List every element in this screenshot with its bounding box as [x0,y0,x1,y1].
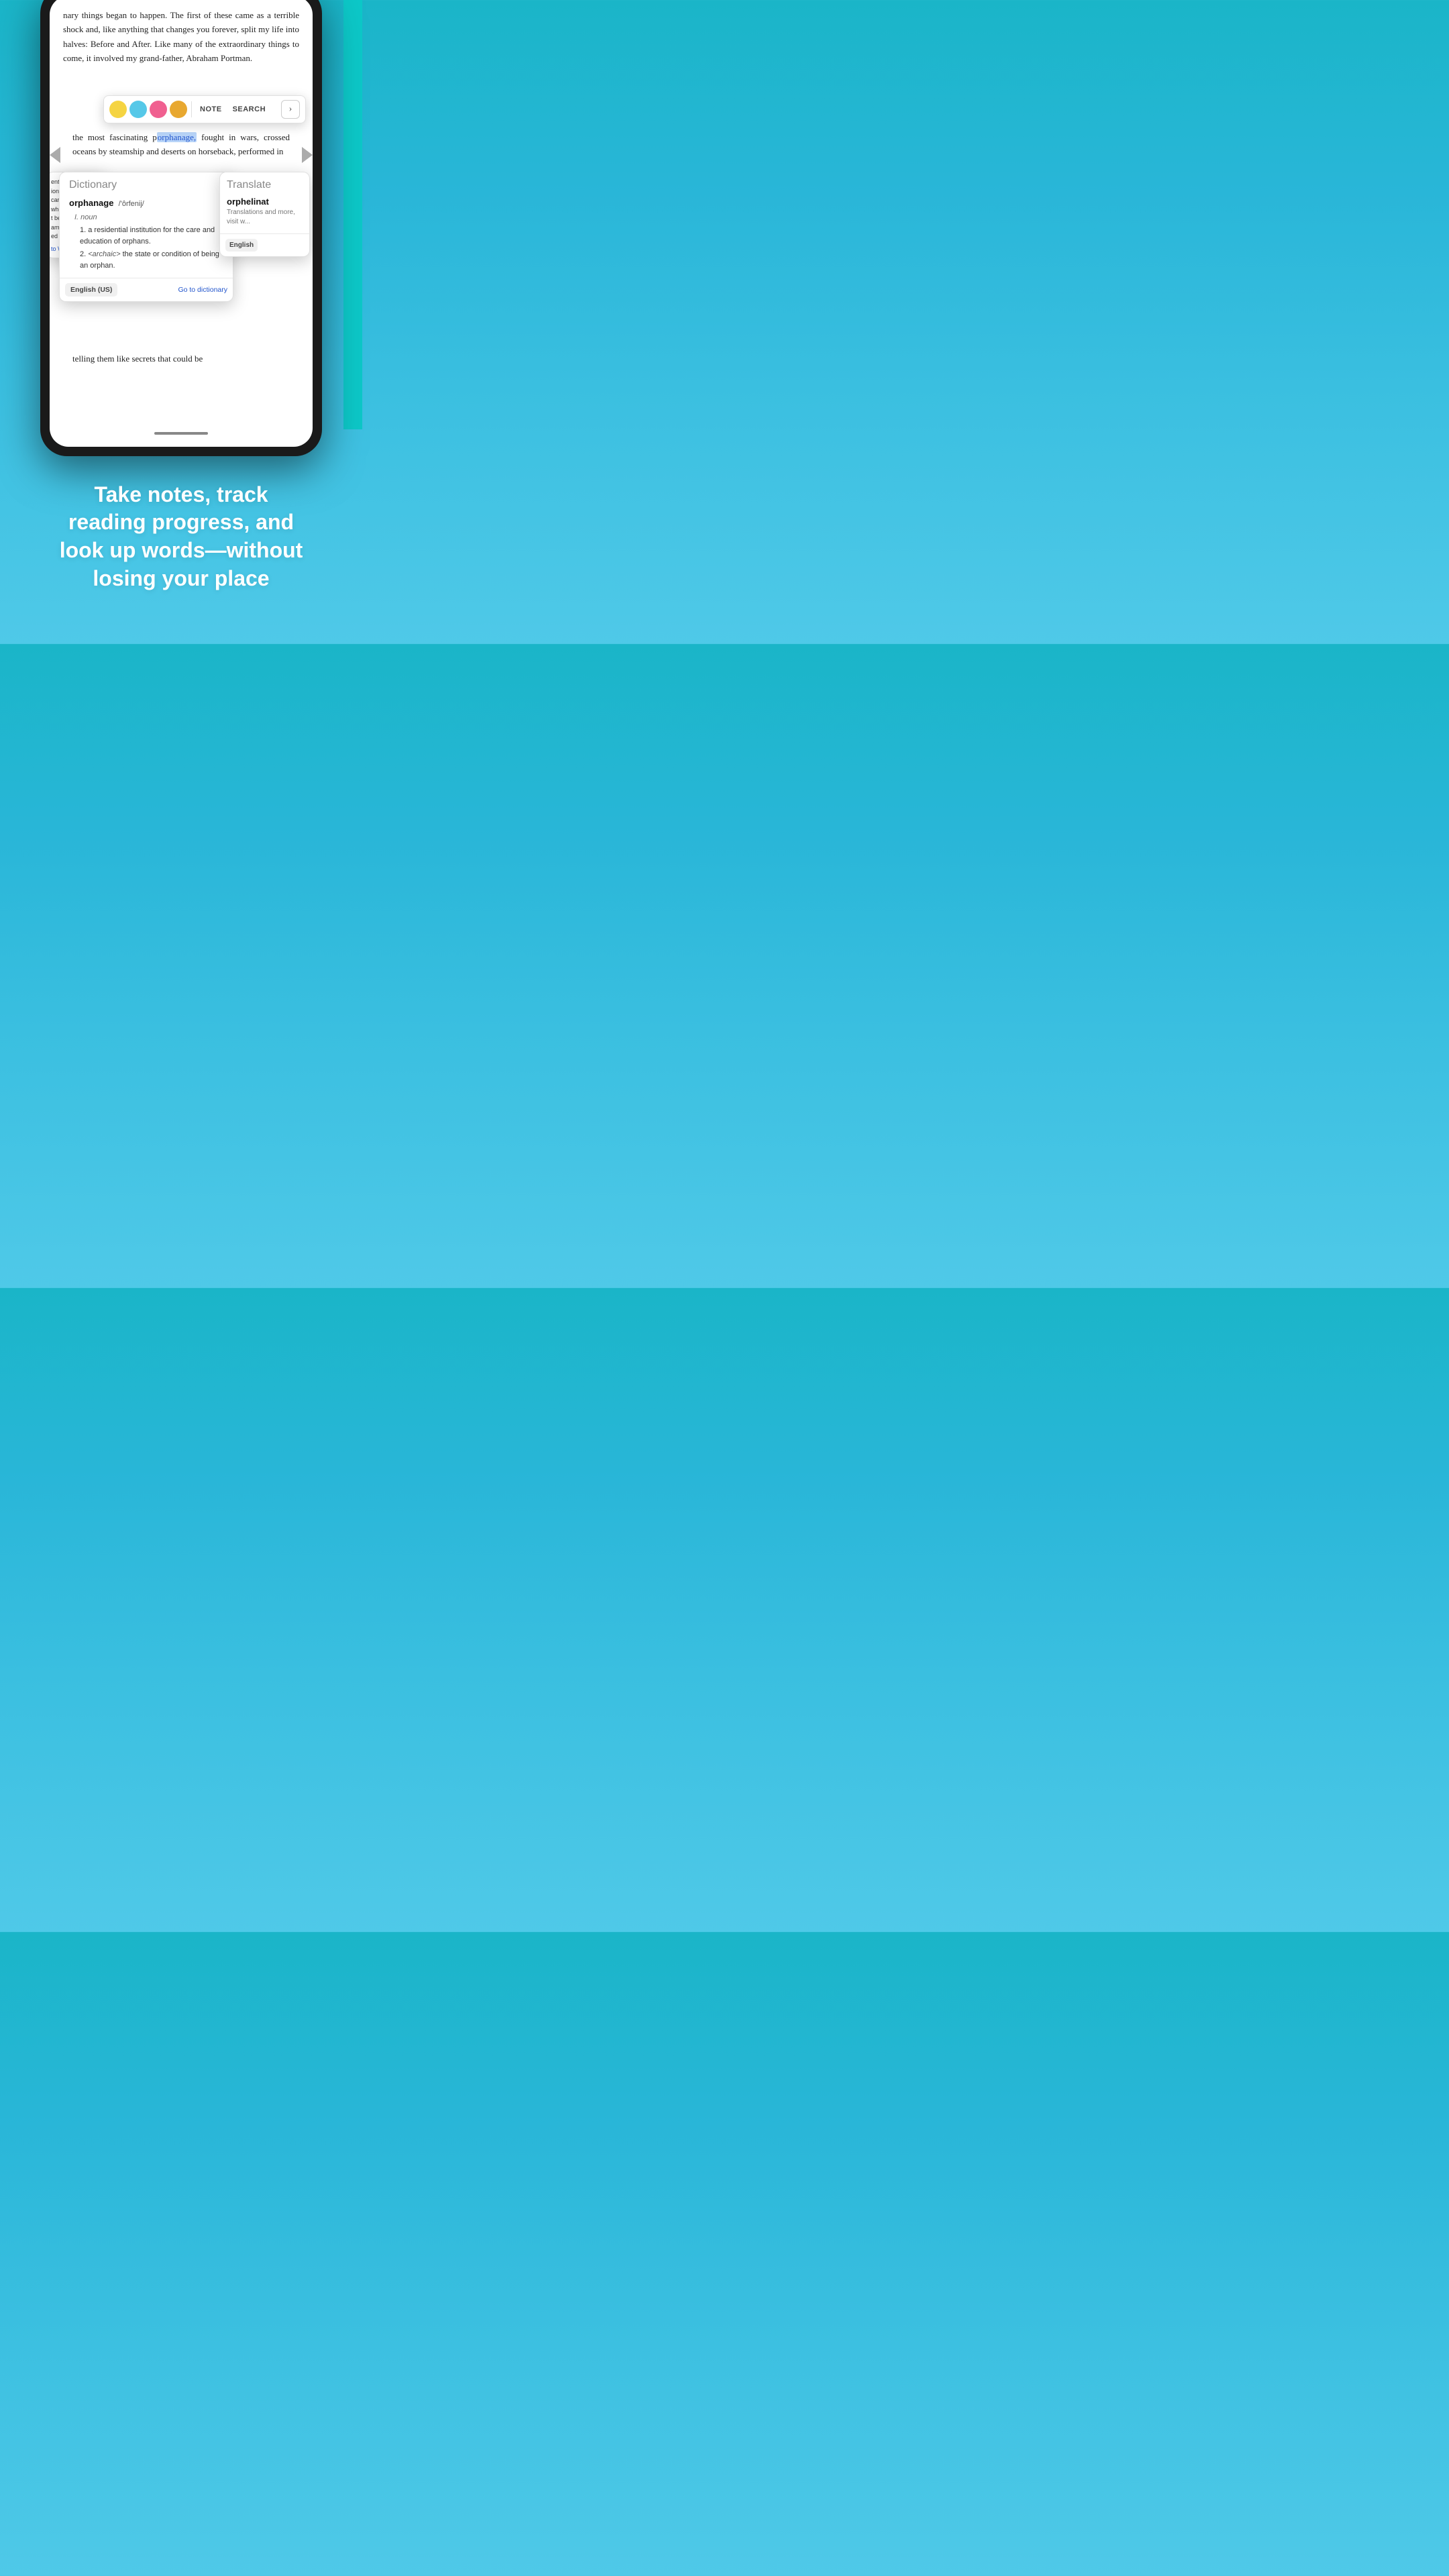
book-text-before-highlight: the most fascinating p [72,132,157,142]
toolbar-divider [191,101,192,117]
dict-def-2: 2. <archaic> the state or condition of b… [80,249,223,271]
book-text-bottom-content: telling them like secrets that could be [72,354,203,364]
dict-def-1: 1. a residential institution for the car… [80,225,223,247]
go-to-dictionary-link[interactable]: Go to dictionary [178,286,227,294]
search-button[interactable]: SEARCH [229,103,270,116]
dict-phonetic: /'ôrfenij/ [119,200,144,208]
translate-sub: Translations and more, visit w... [227,208,303,227]
book-text-middle: the most fascinating porphanage, fought … [59,130,303,159]
highlight-toolbar[interactable]: NOTE SEARCH › [103,95,306,123]
translate-lang-button[interactable]: English [225,239,258,252]
book-text-top-content: nary things began to happen. The first o… [63,10,299,63]
color-pink[interactable] [150,101,167,118]
translate-panel[interactable]: Translate orphelinat Translations and mo… [219,172,310,257]
color-yellow[interactable] [109,101,127,118]
highlighted-word[interactable]: orphanage, [157,132,197,142]
nav-arrow-left[interactable] [50,147,60,163]
color-gold[interactable] [170,101,187,118]
tagline-line4: losing your place [93,566,269,590]
tagline-section: Take notes, track reading progress, and … [0,429,362,644]
translate-body: orphelinat Translations and more, visit … [220,194,309,233]
translate-word: orphelinat [227,197,303,207]
main-tagline: Take notes, track reading progress, and … [60,481,303,592]
teal-side-band [343,0,362,429]
book-text-top: nary things began to happen. The first o… [50,0,313,66]
more-button[interactable]: › [281,100,300,119]
note-button[interactable]: NOTE [196,103,226,116]
tagline-line1: Take notes, track [94,482,268,506]
dictionary-title: Dictionary [60,172,233,194]
tagline-line3: look up words—without [60,538,303,562]
dictionary-body: orphanage /'ôrfenij/ I. noun 1. a reside… [60,194,233,278]
translate-title: Translate [220,172,309,194]
tagline-line2: reading progress, and [68,510,294,534]
dictionary-footer: English (US) Go to dictionary [60,278,233,301]
phone-screen: nary things began to happen. The first o… [50,0,313,447]
translate-footer: English [220,233,309,256]
dictionary-panel[interactable]: Dictionary orphanage /'ôrfenij/ I. noun … [59,172,233,302]
dict-pos: I. noun [74,212,223,224]
color-blue[interactable] [129,101,147,118]
nav-arrow-right[interactable] [302,147,313,163]
book-text-bottom: telling them like secrets that could be [59,352,303,366]
phone-mockup: nary things began to happen. The first o… [40,0,322,456]
phone-frame: nary things began to happen. The first o… [40,0,322,456]
dict-word: orphanage [69,198,113,208]
dict-lang-button[interactable]: English (US) [65,283,117,297]
dict-def-1-text: a residential institution for the care a… [80,226,215,246]
dict-pos-value: noun [80,213,97,221]
